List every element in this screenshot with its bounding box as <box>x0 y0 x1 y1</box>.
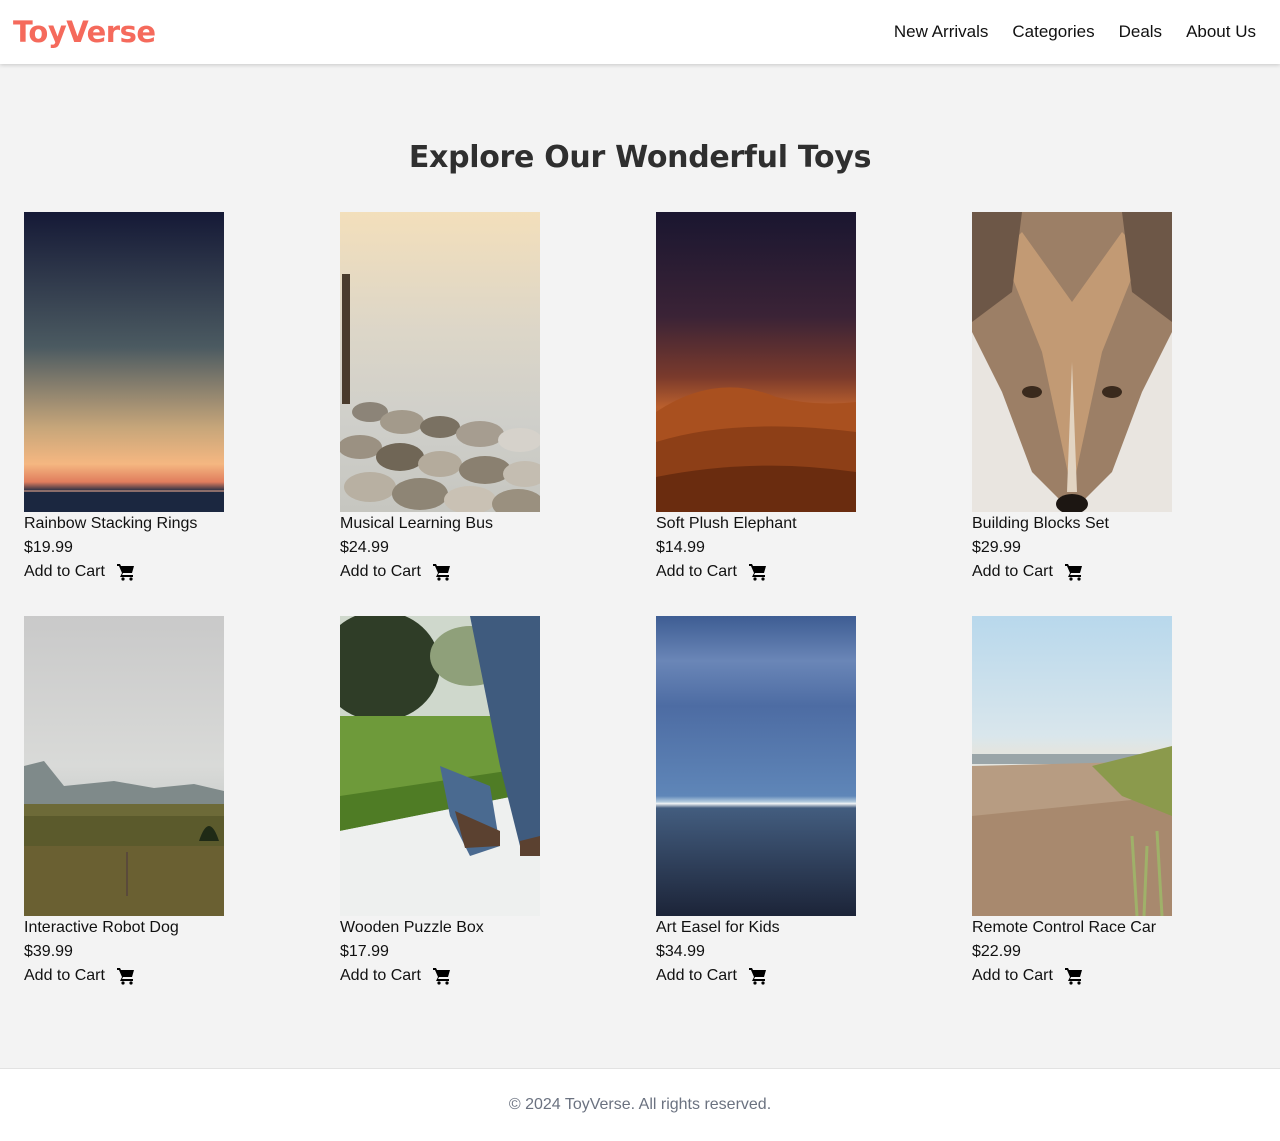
product-price: $22.99 <box>972 943 1021 960</box>
product-card: Soft Plush Elephant $14.99 Add to Cart <box>656 212 948 584</box>
add-to-cart-button[interactable]: Add to Cart <box>340 964 632 988</box>
product-image[interactable] <box>340 212 540 512</box>
product-name: Art Easel for Kids <box>656 919 780 936</box>
add-to-cart-label: Add to Cart <box>340 563 421 580</box>
add-to-cart-button[interactable]: Add to Cart <box>656 964 948 988</box>
product-price: $39.99 <box>24 943 73 960</box>
product-card: Remote Control Race Car $22.99 Add to Ca… <box>972 616 1264 988</box>
product-image[interactable] <box>340 616 540 916</box>
add-to-cart-label: Add to Cart <box>340 967 421 984</box>
product-name: Interactive Robot Dog <box>24 919 179 936</box>
main-nav: New Arrivals Categories Deals About Us <box>894 22 1256 42</box>
product-name: Building Blocks Set <box>972 515 1109 532</box>
add-to-cart-label: Add to Cart <box>972 967 1053 984</box>
add-to-cart-button[interactable]: Add to Cart <box>972 964 1264 988</box>
shopping-cart-icon <box>748 564 766 581</box>
logo[interactable]: ToyVerse <box>13 15 156 49</box>
shopping-cart-icon <box>432 968 450 985</box>
add-to-cart-label: Add to Cart <box>24 967 105 984</box>
add-to-cart-label: Add to Cart <box>24 563 105 580</box>
shopping-cart-icon <box>116 564 134 581</box>
product-image[interactable] <box>24 616 224 916</box>
product-image[interactable] <box>656 212 856 512</box>
add-to-cart-button[interactable]: Add to Cart <box>24 560 316 584</box>
product-card: Wooden Puzzle Box $17.99 Add to Cart <box>340 616 632 988</box>
product-price: $24.99 <box>340 539 389 556</box>
copyright-text: © 2024 ToyVerse. All rights reserved. <box>508 1096 772 1113</box>
product-name: Wooden Puzzle Box <box>340 919 484 936</box>
product-grid: Rainbow Stacking Rings $19.99 Add to Car… <box>24 212 1256 988</box>
product-name: Musical Learning Bus <box>340 515 493 532</box>
site-footer: © 2024 ToyVerse. All rights reserved. <box>0 1068 1280 1141</box>
shopping-cart-icon <box>748 968 766 985</box>
product-name: Rainbow Stacking Rings <box>24 515 198 532</box>
product-card: Building Blocks Set $29.99 Add to Cart <box>972 212 1264 584</box>
product-name: Remote Control Race Car <box>972 919 1157 936</box>
nav-categories[interactable]: Categories <box>1012 22 1094 42</box>
shopping-cart-icon <box>1064 564 1082 581</box>
shopping-cart-icon <box>432 564 450 581</box>
add-to-cart-label: Add to Cart <box>656 563 737 580</box>
product-card: Rainbow Stacking Rings $19.99 Add to Car… <box>24 212 316 584</box>
shopping-cart-icon <box>1064 968 1082 985</box>
add-to-cart-button[interactable]: Add to Cart <box>24 964 316 988</box>
product-price: $14.99 <box>656 539 705 556</box>
product-price: $34.99 <box>656 943 705 960</box>
nav-about-us[interactable]: About Us <box>1186 22 1256 42</box>
product-name: Soft Plush Elephant <box>656 515 797 532</box>
add-to-cart-button[interactable]: Add to Cart <box>340 560 632 584</box>
product-image[interactable] <box>972 616 1172 916</box>
product-image[interactable] <box>656 616 856 916</box>
product-card: Musical Learning Bus $24.99 Add to Cart <box>340 212 632 584</box>
product-card: Interactive Robot Dog $39.99 Add to Cart <box>24 616 316 988</box>
site-header: ToyVerse New Arrivals Categories Deals A… <box>0 0 1280 64</box>
product-price: $17.99 <box>340 943 389 960</box>
product-price: $29.99 <box>972 539 1021 556</box>
add-to-cart-label: Add to Cart <box>656 967 737 984</box>
add-to-cart-button[interactable]: Add to Cart <box>972 560 1264 584</box>
product-card: Art Easel for Kids $34.99 Add to Cart <box>656 616 948 988</box>
shopping-cart-icon <box>116 968 134 985</box>
page-title: Explore Our Wonderful Toys <box>408 140 872 175</box>
product-price: $19.99 <box>24 539 73 556</box>
add-to-cart-label: Add to Cart <box>972 563 1053 580</box>
nav-deals[interactable]: Deals <box>1119 22 1162 42</box>
product-image[interactable] <box>972 212 1172 512</box>
product-image[interactable] <box>24 212 224 512</box>
nav-new-arrivals[interactable]: New Arrivals <box>894 22 988 42</box>
add-to-cart-button[interactable]: Add to Cart <box>656 560 948 584</box>
